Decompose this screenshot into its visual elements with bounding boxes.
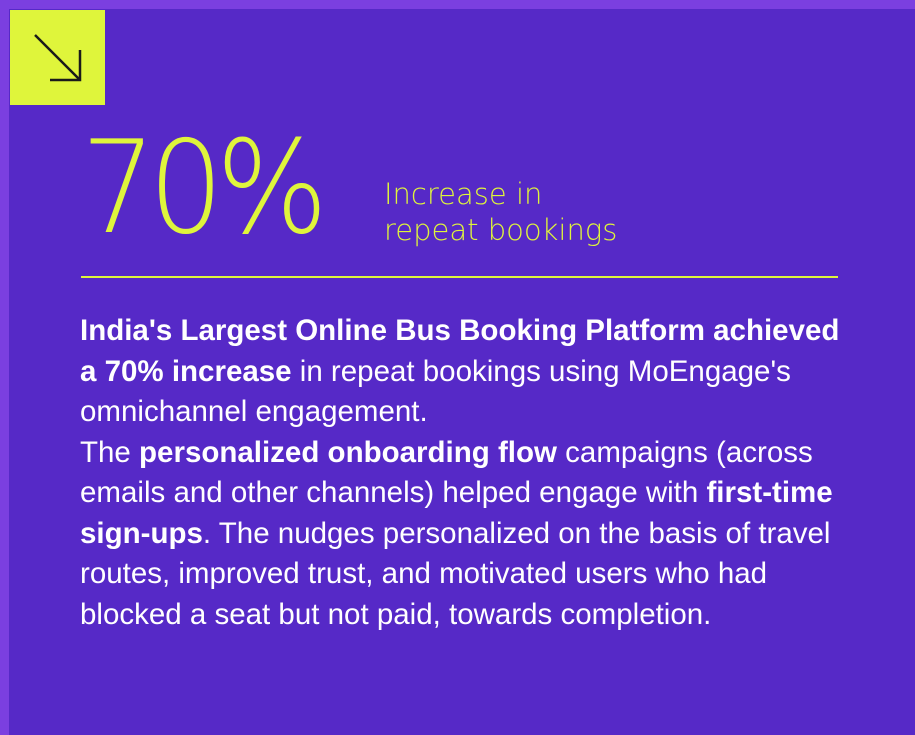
stat-caption-line1: Increase in (384, 177, 543, 211)
highlight-onboarding: personalized onboarding flow (139, 435, 557, 469)
arrow-down-right-icon (34, 34, 82, 82)
stat-caption: Increase in repeat bookings (384, 176, 684, 248)
divider (81, 276, 838, 278)
text-segment: The (80, 435, 140, 469)
case-study-card: 70% Increase in repeat bookings India's … (9, 9, 915, 735)
description: India's Largest Online Bus Booking Platf… (80, 311, 840, 635)
description-paragraph-2: The personalized onboarding flow campaig… (80, 433, 840, 636)
stat-value: 70% (81, 114, 328, 263)
description-paragraph-1: India's Largest Online Bus Booking Platf… (80, 311, 840, 433)
stat-caption-line2: repeat bookings (384, 213, 618, 247)
arrow-badge (10, 10, 105, 105)
